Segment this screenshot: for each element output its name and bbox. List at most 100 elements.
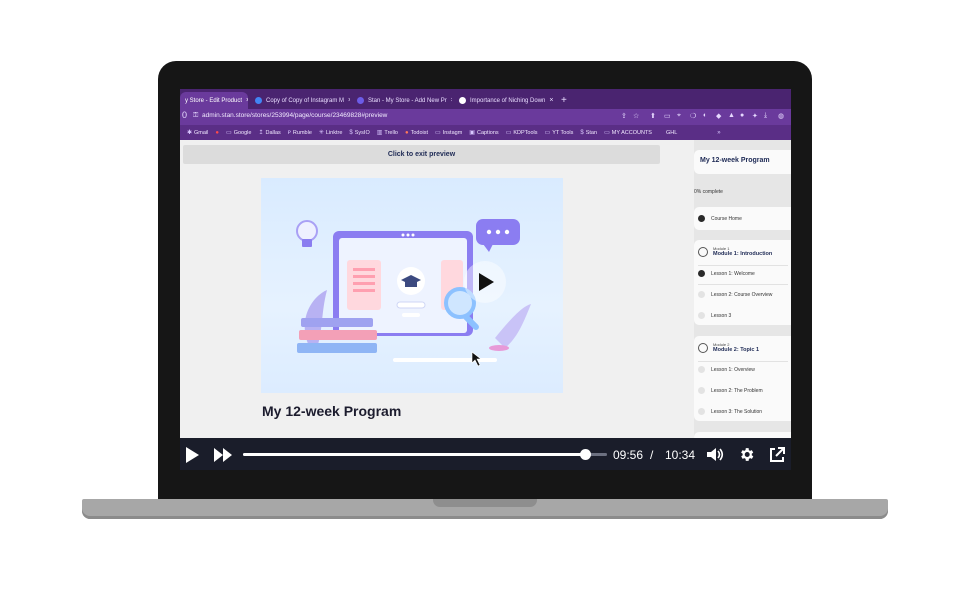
course-sidebar: My 12-week Program 0% complete Course Ho… xyxy=(694,140,791,442)
module-header[interactable]: Module 2 Module 2: Topic 1 xyxy=(698,342,759,353)
played-bar xyxy=(243,453,586,456)
module-card-1[interactable]: Module 1 Module 1: Introduction Lesson 1… xyxy=(694,240,791,325)
close-icon[interactable]: × xyxy=(451,97,452,104)
course-title: My 12-week Program xyxy=(262,403,402,419)
seek-bar[interactable] xyxy=(243,449,607,460)
sidebar-title: My 12-week Program xyxy=(700,157,770,164)
volume-icon[interactable] xyxy=(707,447,725,462)
lesson-item[interactable]: Lesson 2: Course Overview xyxy=(698,291,772,298)
divider xyxy=(698,361,788,362)
module-card-2[interactable]: Module 2 Module 2: Topic 1 Lesson 1: Ove… xyxy=(694,336,791,421)
bookmark-item[interactable]: ▭ MY ACCOUNTS xyxy=(604,129,652,137)
more-bookmarks-icon[interactable]: » xyxy=(717,130,720,136)
address-bar: 0 ⚿ admin.stan.store/stores/253994/page/… xyxy=(180,109,791,125)
lesson-status-icon xyxy=(698,387,705,394)
fast-forward-icon[interactable] xyxy=(214,448,232,462)
lesson-current-icon xyxy=(698,270,705,277)
new-tab-button[interactable]: + xyxy=(558,92,574,109)
bookmark-item[interactable]: ▣ Captions xyxy=(469,129,498,137)
lesson-label: Lesson 2: The Problem xyxy=(711,387,763,394)
lesson-item[interactable]: Lesson 3: The Solution xyxy=(698,408,762,415)
extension-icon[interactable]: ◐ xyxy=(703,112,707,119)
module-title: Module 1: Introduction xyxy=(713,251,773,257)
seek-handle[interactable] xyxy=(580,449,592,460)
laptop-illustration xyxy=(296,219,531,367)
divider xyxy=(698,265,788,266)
bookmarks-bar: ✱ Gmail ● ▭ Google ↥ Dallas ᴘ Rumble ✳ Linktr… xyxy=(180,125,791,140)
extension-icon[interactable]: ◆ xyxy=(716,112,721,120)
lesson-label: Lesson 3: The Solution xyxy=(711,408,763,415)
bookmark-item[interactable]: ᴘ Rumble xyxy=(288,130,312,136)
browser-tab-2[interactable]: Copy of Copy of Instagram M × xyxy=(250,92,350,109)
bookmark-label: Rumble xyxy=(292,129,312,136)
tab-label: Stan - My Store - Add New Pr xyxy=(368,97,447,104)
lesson-item[interactable]: Lesson 1: Welcome xyxy=(698,270,755,277)
youtube-icon[interactable]: ● xyxy=(215,130,219,136)
bookmark-item[interactable]: ● Todoist xyxy=(405,130,428,136)
sidebar-header-card: My 12-week Program xyxy=(694,150,791,174)
exit-preview-button[interactable]: Click to exit preview xyxy=(183,145,660,164)
bookmark-item[interactable]: ✳ Linktre xyxy=(319,129,343,137)
extension-icon[interactable]: ▲ xyxy=(728,112,735,119)
puzzle-icon[interactable]: ✦ xyxy=(752,112,758,120)
plus-icon: + xyxy=(561,95,567,106)
reload-icon[interactable]: 0 xyxy=(182,110,187,120)
download-icon[interactable]: ⤓ xyxy=(764,112,767,120)
star-icon[interactable]: ☆ xyxy=(633,112,639,120)
bookmark-item[interactable]: ▭ Google xyxy=(226,129,252,137)
lesson-label: Lesson 1: Overview xyxy=(711,366,755,373)
close-icon[interactable]: × xyxy=(348,97,350,104)
bookmark-item[interactable]: ▭ YT Tools xyxy=(545,129,574,137)
video-controls: 09:56 / 10:34 xyxy=(180,438,791,470)
external-link-icon[interactable] xyxy=(769,447,785,463)
browser-tab-4[interactable]: Importance of Niching Down × xyxy=(454,92,554,109)
course-preview-page: Click to exit preview My 12-week Program… xyxy=(180,140,791,442)
course-home-label: Course Home xyxy=(711,215,742,222)
bookmark-item[interactable]: GHL xyxy=(666,130,677,136)
tab-label: Importance of Niching Down xyxy=(470,97,546,104)
course-video-thumbnail[interactable] xyxy=(261,178,563,393)
extension-icon[interactable]: ❍ xyxy=(690,112,696,120)
home-icon xyxy=(698,215,705,222)
browser-tab-1[interactable]: y Store - Edit Product × xyxy=(180,92,248,109)
bookmark-item[interactable]: $ SysIO xyxy=(349,130,369,136)
module-title: Module 2: Topic 1 xyxy=(713,347,760,353)
bookmark-item[interactable]: ▭ Instagm xyxy=(435,129,462,137)
bookmark-item[interactable]: ▥ Trello xyxy=(377,129,398,137)
bookmark-item[interactable]: $ Stan xyxy=(580,130,597,136)
extension-icon[interactable]: ⬆ xyxy=(650,112,656,120)
share-icon[interactable]: ⇪ xyxy=(621,112,627,120)
bookmark-label: YT Tools xyxy=(552,129,574,136)
bookmark-item[interactable]: ▭ KDPTools xyxy=(506,129,538,137)
lesson-item[interactable]: Lesson 3 xyxy=(698,312,731,319)
browser-tab-bar: y Store - Edit Product × Copy of Copy of… xyxy=(180,89,791,109)
bookmark-label: Stan xyxy=(585,129,598,136)
bookmark-item[interactable]: ✱ Gmail xyxy=(187,129,208,137)
module-header[interactable]: Module 1 Module 1: Introduction xyxy=(698,246,772,257)
url-text[interactable]: admin.stan.store/stores/253994/page/cour… xyxy=(202,112,387,119)
duration: 10:34 xyxy=(665,448,696,462)
lesson-label: Lesson 2: Course Overview xyxy=(711,291,773,298)
lesson-item[interactable]: Lesson 1: Overview xyxy=(698,366,755,373)
bookmark-item[interactable]: ↥ Dallas xyxy=(258,129,281,137)
close-icon[interactable]: × xyxy=(246,97,248,104)
progress-text: 0% complete xyxy=(694,189,723,195)
bookmark-label: Dallas xyxy=(265,129,281,136)
bookmark-label: GHL xyxy=(665,129,678,136)
gear-icon[interactable] xyxy=(738,446,755,463)
close-icon[interactable]: × xyxy=(549,97,553,104)
lesson-item[interactable]: Lesson 2: The Problem xyxy=(698,387,763,394)
extension-icon[interactable]: ▭ xyxy=(664,112,671,120)
tab-label: Copy of Copy of Instagram M xyxy=(266,97,345,104)
profile-icon[interactable]: ◍ xyxy=(778,112,784,120)
play-icon[interactable] xyxy=(185,447,199,463)
extension-icon[interactable]: ● xyxy=(740,112,744,119)
bookmark-label: Google xyxy=(233,129,252,136)
tab-label: y Store - Edit Product xyxy=(185,97,243,104)
bookmark-label: KDPTools xyxy=(513,129,538,136)
extension-icon[interactable]: ⌖ xyxy=(677,112,681,120)
course-home-button[interactable]: Course Home xyxy=(694,207,791,230)
browser-tab-3[interactable]: Stan - My Store - Add New Pr × xyxy=(352,92,452,109)
lesson-status-icon xyxy=(698,291,705,298)
tab-favicon-icon xyxy=(459,97,466,104)
